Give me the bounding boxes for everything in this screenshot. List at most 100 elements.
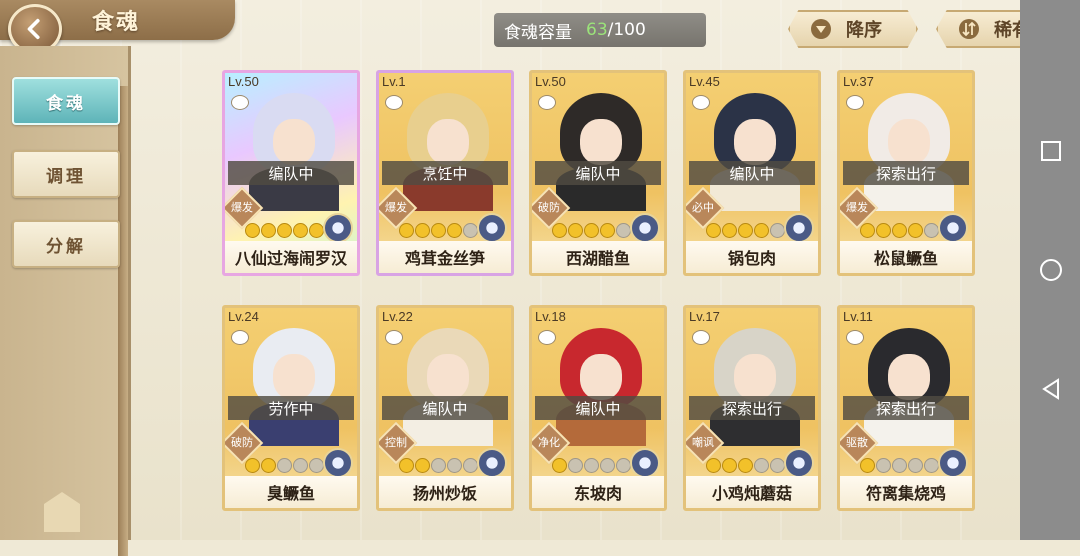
star-icon xyxy=(706,223,721,238)
back-nav-icon[interactable] xyxy=(1038,376,1064,402)
star-icon xyxy=(277,458,292,473)
card-status: 烹饪中 xyxy=(382,161,508,185)
chat-bubble-icon xyxy=(846,95,864,110)
chevron-left-icon xyxy=(27,18,40,40)
role-label: 破防 xyxy=(231,436,253,449)
card-level: Lv.50 xyxy=(228,74,259,89)
star-icon xyxy=(447,458,462,473)
character-portrait xyxy=(706,89,804,211)
star-icon xyxy=(600,458,615,473)
star-rating xyxy=(706,223,785,239)
chat-bubble-icon xyxy=(385,330,403,345)
card-level: Lv.50 xyxy=(535,74,566,89)
role-label: 嘲讽 xyxy=(692,436,714,449)
capacity-label: 食魂容量 xyxy=(504,22,572,43)
card-name: 八仙过海闹罗汉 xyxy=(225,241,357,273)
character-face xyxy=(734,354,776,400)
card-status: 编队中 xyxy=(535,161,661,185)
star-icon xyxy=(738,458,753,473)
card-status: 探索出行 xyxy=(689,396,815,420)
character-face xyxy=(427,354,469,400)
soul-card[interactable]: Lv.24 劳作中 破防 臭鳜鱼 xyxy=(222,305,360,511)
card-level: Lv.1 xyxy=(382,74,406,89)
star-rating xyxy=(552,223,631,239)
soul-card[interactable]: Lv.22 编队中 控制 扬州炒饭 xyxy=(376,305,514,511)
character-face xyxy=(273,119,315,165)
character-face xyxy=(427,119,469,165)
sidebar-item-souls[interactable]: 食魂 xyxy=(12,77,120,125)
star-icon xyxy=(908,223,923,238)
star-icon xyxy=(399,223,414,238)
home-icon[interactable] xyxy=(1038,257,1064,283)
role-label: 必中 xyxy=(692,201,714,214)
star-icon xyxy=(706,458,721,473)
chat-bubble-icon xyxy=(692,330,710,345)
element-icon xyxy=(630,213,660,243)
role-label: 爆发 xyxy=(231,201,253,214)
capacity-display: 食魂容量 63/100 xyxy=(494,13,706,47)
soul-card[interactable]: Lv.18 编队中 净化 东坡肉 xyxy=(529,305,667,511)
card-level: Lv.37 xyxy=(843,74,874,89)
card-status: 编队中 xyxy=(689,161,815,185)
element-icon xyxy=(784,448,814,478)
element-icon xyxy=(784,213,814,243)
card-name: 臭鳜鱼 xyxy=(225,476,357,508)
soul-card[interactable]: Lv.50 编队中 爆发 八仙过海闹罗汉 xyxy=(222,70,360,276)
card-name: 西湖醋鱼 xyxy=(532,241,664,273)
star-icon xyxy=(293,223,308,238)
soul-card[interactable]: Lv.37 探索出行 爆发 松鼠鳜鱼 xyxy=(837,70,975,276)
character-portrait xyxy=(245,324,343,446)
element-icon xyxy=(323,448,353,478)
soul-card[interactable]: Lv.50 编队中 破防 西湖醋鱼 xyxy=(529,70,667,276)
capacity-max: /100 xyxy=(607,20,646,40)
chat-bubble-icon xyxy=(692,95,710,110)
star-icon xyxy=(463,458,478,473)
card-status: 劳作中 xyxy=(228,396,354,420)
star-icon xyxy=(876,223,891,238)
star-icon xyxy=(722,458,737,473)
card-status: 探索出行 xyxy=(843,161,969,185)
soul-card[interactable]: Lv.45 编队中 必中 锅包肉 xyxy=(683,70,821,276)
capacity-count: 63 xyxy=(586,20,608,40)
star-icon xyxy=(309,223,324,238)
star-icon xyxy=(584,223,599,238)
star-rating xyxy=(399,223,478,239)
card-status: 编队中 xyxy=(228,161,354,185)
star-icon xyxy=(770,223,785,238)
character-portrait xyxy=(552,324,650,446)
star-rating xyxy=(399,458,478,474)
element-icon xyxy=(938,213,968,243)
card-level: Lv.24 xyxy=(228,309,259,324)
star-icon xyxy=(876,458,891,473)
soul-card[interactable]: Lv.11 探索出行 驱散 符离集烧鸡 xyxy=(837,305,975,511)
star-rating xyxy=(552,458,631,474)
card-level: Lv.17 xyxy=(689,309,720,324)
chat-bubble-icon xyxy=(231,95,249,110)
card-status: 编队中 xyxy=(535,396,661,420)
star-rating xyxy=(245,223,324,239)
soul-card[interactable]: Lv.17 探索出行 嘲讽 小鸡炖蘑菇 xyxy=(683,305,821,511)
star-icon xyxy=(463,223,478,238)
star-icon xyxy=(261,458,276,473)
character-portrait xyxy=(860,324,958,446)
character-face xyxy=(888,354,930,400)
star-icon xyxy=(860,458,875,473)
sidebar-item-dismantle[interactable]: 分解 xyxy=(12,220,120,268)
system-nav-bar xyxy=(1020,0,1080,540)
star-icon xyxy=(245,458,260,473)
card-level: Lv.18 xyxy=(535,309,566,324)
character-portrait xyxy=(706,324,804,446)
card-name: 东坡肉 xyxy=(532,476,664,508)
star-icon xyxy=(754,223,769,238)
soul-card[interactable]: Lv.1 烹饪中 爆发 鸡茸金丝笋 xyxy=(376,70,514,276)
sidebar-item-cook[interactable]: 调理 xyxy=(12,150,120,198)
recent-apps-icon[interactable] xyxy=(1038,138,1064,164)
sort-order-button[interactable]: 降序 xyxy=(788,10,918,48)
star-icon xyxy=(447,223,462,238)
character-portrait xyxy=(399,324,497,446)
role-label: 爆发 xyxy=(385,201,407,214)
character-portrait xyxy=(552,89,650,211)
star-icon xyxy=(415,223,430,238)
character-portrait xyxy=(245,89,343,211)
element-icon xyxy=(477,213,507,243)
